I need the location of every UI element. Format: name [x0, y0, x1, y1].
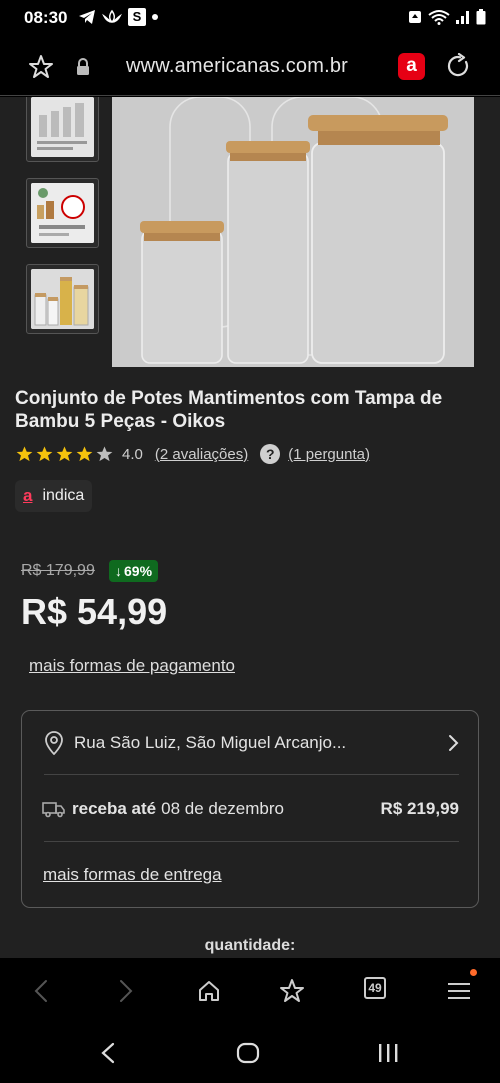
tabs-icon[interactable]: 49 [364, 977, 386, 999]
nav-back-icon[interactable] [100, 1042, 116, 1064]
star-outline-icon[interactable] [28, 54, 54, 80]
forward-button[interactable] [111, 976, 141, 1006]
nav-recents-icon[interactable] [376, 1042, 400, 1064]
back-icon [34, 980, 47, 1002]
delivery-options-link[interactable]: mais formas de entrega [43, 865, 222, 885]
product-main-image[interactable] [112, 97, 474, 367]
divider [44, 841, 459, 842]
back-button[interactable] [26, 976, 56, 1006]
star-empty-icon [96, 446, 113, 462]
star-filled-icon [16, 446, 33, 462]
status-notification-icons: S [78, 8, 158, 26]
bookmarks-button[interactable] [277, 976, 307, 1006]
more-notifications-dot [152, 14, 158, 20]
map-pin-icon [45, 731, 63, 755]
browser-toolbar: 49 [0, 958, 500, 1022]
discount-value: 69% [124, 563, 153, 579]
system-nav-bar [0, 1022, 500, 1083]
thumbnail-image [31, 183, 94, 243]
status-system-icons [407, 9, 486, 25]
indica-label: indica [42, 487, 85, 504]
rating-stars [15, 445, 114, 463]
address-text: Rua São Luiz, São Miguel Arcanjo... [74, 733, 347, 752]
quantity-label: quantidade: [204, 937, 296, 954]
thumbnail-2[interactable] [26, 178, 99, 248]
forward-icon [120, 980, 133, 1002]
lotus-icon [102, 9, 122, 24]
menu-notification-dot [470, 969, 477, 976]
americanas-logo-icon: a [23, 486, 33, 505]
wifi-icon [428, 10, 450, 25]
current-price: R$ 54,99 [21, 591, 168, 632]
browser-address-bar: www.americanas.com.br a [0, 38, 500, 96]
telegram-icon [79, 10, 95, 24]
arrow-down-icon: ↓ [115, 563, 122, 579]
nav-home-icon[interactable] [236, 1042, 260, 1064]
truck-icon [42, 802, 65, 818]
shipping-row: receba até 08 de dezembro R$ 219,99 [42, 799, 459, 819]
bookmark-star-icon [280, 979, 304, 1002]
product-page: Conjunto de Potes Mantimentos com Tampa … [0, 97, 500, 958]
payment-options-link[interactable]: mais formas de pagamento [29, 656, 235, 676]
thumbnail-1[interactable] [26, 97, 99, 162]
reload-icon[interactable] [445, 53, 471, 79]
star-filled-icon [56, 446, 73, 462]
thumbnail-image [31, 97, 94, 157]
reviews-link[interactable]: (2 avaliações) [155, 446, 248, 463]
signal-icon [456, 11, 469, 24]
indica-badge: a indica [15, 480, 93, 512]
thumbnail-3[interactable] [26, 264, 99, 334]
chevron-right-icon[interactable] [447, 734, 459, 752]
old-price: R$ 179,99 [21, 562, 95, 579]
rating-row: 4.0 (2 avaliações) ? (1 pergunta) [15, 444, 370, 464]
receive-date: 08 de dezembro [161, 799, 284, 818]
americanas-icon[interactable]: a [398, 53, 425, 80]
address-row[interactable]: Rua São Luiz, São Miguel Arcanjo... [44, 731, 459, 755]
data-saver-icon [409, 11, 421, 23]
star-filled-icon [76, 446, 93, 462]
battery-icon [476, 9, 486, 25]
questions-link[interactable]: (1 pergunta) [288, 446, 370, 463]
question-icon: ? [260, 444, 281, 464]
divider [44, 774, 459, 775]
url-text[interactable]: www.americanas.com.br [126, 55, 348, 78]
status-bar: 08:30 S [0, 0, 500, 38]
discount-badge: ↓ 69% [109, 560, 159, 582]
status-time: 08:30 [24, 8, 68, 27]
menu-icon [448, 983, 470, 999]
product-title: Conjunto de Potes Mantimentos com Tampa … [15, 388, 443, 432]
star-filled-icon [36, 446, 53, 462]
delivery-card: Rua São Luiz, São Miguel Arcanjo... rece… [21, 710, 479, 908]
s-app-icon: S [128, 8, 146, 26]
menu-button[interactable] [444, 976, 474, 1006]
rating-value: 4.0 [122, 445, 143, 463]
home-icon [199, 981, 219, 1001]
home-button[interactable] [194, 976, 224, 1006]
thumbnail-image [31, 269, 94, 329]
lock-icon [77, 58, 89, 75]
receive-label: receba até [72, 799, 157, 818]
shipping-price: R$ 219,99 [380, 799, 459, 818]
